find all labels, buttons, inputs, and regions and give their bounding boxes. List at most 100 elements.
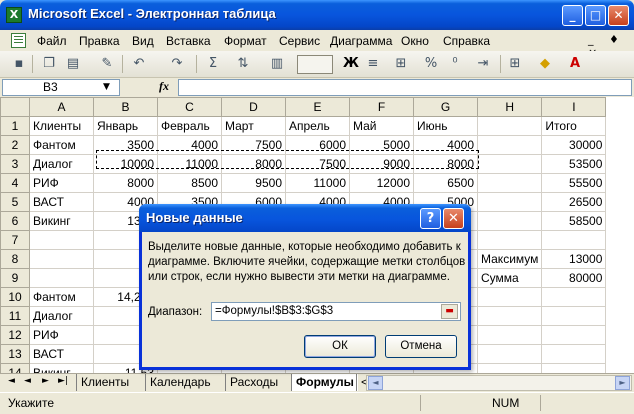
autosum-icon[interactable]: Σ [204, 55, 222, 73]
font-size-box[interactable] [297, 55, 333, 74]
sheet-tab-calendar[interactable]: Календарь [145, 374, 215, 391]
maximize-button[interactable]: □ [585, 5, 606, 26]
cell[interactable]: Викинг [29, 363, 94, 373]
cell[interactable] [29, 268, 94, 288]
row-header[interactable]: 6 [0, 211, 30, 231]
cell[interactable]: 26500 [541, 192, 607, 212]
ok-button[interactable]: ОК [304, 335, 376, 358]
cancel-button[interactable]: Отмена [385, 335, 457, 358]
indent-icon[interactable]: ⇥ [474, 55, 492, 73]
cell[interactable]: Май [349, 116, 414, 136]
formula-input[interactable] [178, 79, 632, 96]
last-sheet-icon[interactable]: ►| [58, 376, 68, 386]
help-button[interactable]: ? [420, 208, 441, 229]
cell[interactable] [476, 173, 543, 193]
cell[interactable]: 8000 [413, 154, 478, 174]
scroll-left-icon[interactable]: ◄ [368, 376, 383, 390]
cell[interactable]: 80000 [541, 268, 607, 288]
cell[interactable]: Итого [541, 116, 607, 136]
horizontal-scrollbar[interactable] [366, 375, 632, 391]
prev-sheet-icon[interactable]: ◄ [24, 376, 31, 386]
row-header[interactable]: 11 [0, 306, 30, 326]
select-all-corner[interactable] [0, 97, 30, 117]
excel-app-icon[interactable]: X [6, 7, 22, 23]
cell[interactable] [476, 192, 543, 212]
row-header[interactable]: 8 [0, 249, 30, 269]
cell[interactable]: ВАСТ [29, 192, 94, 212]
menu-help[interactable]: Справка [443, 34, 490, 48]
row-header[interactable]: 10 [0, 287, 30, 307]
column-header[interactable]: G [413, 97, 478, 117]
menu-edit[interactable]: Правка [79, 34, 120, 48]
chevron-down-icon[interactable]: ▼ [103, 82, 110, 92]
menu-format[interactable]: Формат [224, 34, 267, 48]
bold-icon[interactable]: Ж [342, 55, 360, 73]
cell[interactable]: Диалог [29, 306, 94, 326]
cell[interactable]: 8000 [221, 154, 286, 174]
percent-icon[interactable]: % [422, 55, 440, 73]
menu-insert[interactable]: Вставка [166, 34, 211, 48]
cell[interactable] [476, 325, 543, 345]
sheet-tab-expenses[interactable]: Расходы [225, 374, 282, 391]
column-header[interactable]: D [221, 97, 286, 117]
format-painter-icon[interactable]: ✎ [98, 55, 116, 73]
cell[interactable]: 7500 [285, 154, 350, 174]
column-header[interactable]: E [285, 97, 350, 117]
scroll-right-icon[interactable]: ► [615, 376, 630, 390]
workbook-icon[interactable] [11, 33, 26, 48]
row-header[interactable]: 3 [0, 154, 30, 174]
cell[interactable]: 4000 [157, 135, 222, 155]
row-header[interactable]: 14 [0, 363, 30, 373]
cell[interactable]: Фантом [29, 135, 94, 155]
column-header[interactable]: I [541, 97, 607, 117]
cell[interactable]: 6500 [413, 173, 478, 193]
cell[interactable] [476, 230, 543, 250]
cell[interactable] [29, 230, 94, 250]
cell[interactable]: 6000 [285, 135, 350, 155]
cell[interactable] [541, 306, 607, 326]
menu-file[interactable]: Файл [37, 34, 67, 48]
cell[interactable] [541, 363, 607, 373]
row-header[interactable]: 9 [0, 268, 30, 288]
row-header[interactable]: 1 [0, 116, 30, 136]
font-color-icon[interactable]: A [566, 55, 584, 73]
cell[interactable]: Викинг [29, 211, 94, 231]
cell[interactable]: РИФ [29, 325, 94, 345]
cell[interactable]: Максимум [476, 249, 543, 269]
cell[interactable]: Сумма [476, 268, 543, 288]
cell[interactable]: Июнь [413, 116, 478, 136]
cell[interactable]: РИФ [29, 173, 94, 193]
cell[interactable]: 12000 [349, 173, 414, 193]
undo-icon[interactable]: ↶ [130, 55, 148, 73]
close-button[interactable]: ✕ [608, 5, 629, 26]
cell[interactable]: 5000 [349, 135, 414, 155]
cell[interactable]: Диалог [29, 154, 94, 174]
column-header[interactable]: H [476, 97, 543, 117]
menu-chart[interactable]: Диаграмма [330, 34, 392, 48]
row-header[interactable]: 5 [0, 192, 30, 212]
redo-icon[interactable]: ↷ [168, 55, 186, 73]
cell[interactable]: Март [221, 116, 286, 136]
column-header[interactable]: F [349, 97, 414, 117]
cell[interactable]: Клиенты [29, 116, 94, 136]
cell[interactable] [476, 344, 543, 364]
cell[interactable]: 10000 [93, 154, 158, 174]
cell[interactable] [476, 287, 543, 307]
save-icon[interactable]: ▪ [10, 55, 28, 73]
cell[interactable]: 58500 [541, 211, 607, 231]
cell[interactable]: 8000 [93, 173, 158, 193]
row-header[interactable]: 2 [0, 135, 30, 155]
copy-icon[interactable]: ❐ [40, 55, 58, 73]
minimize-button[interactable]: _ [562, 5, 583, 26]
center-icon[interactable]: ≡ [364, 55, 382, 73]
menu-tools[interactable]: Сервис [279, 34, 320, 48]
cell[interactable]: 53500 [541, 154, 607, 174]
cell[interactable] [541, 325, 607, 345]
menu-view[interactable]: Вид [132, 34, 154, 48]
column-header[interactable]: B [93, 97, 158, 117]
dialog-close-button[interactable]: ✕ [443, 208, 464, 229]
cell[interactable] [476, 135, 543, 155]
cell[interactable] [476, 306, 543, 326]
collapse-dialog-icon[interactable]: ▬ [441, 304, 458, 319]
cell[interactable]: 11000 [285, 173, 350, 193]
